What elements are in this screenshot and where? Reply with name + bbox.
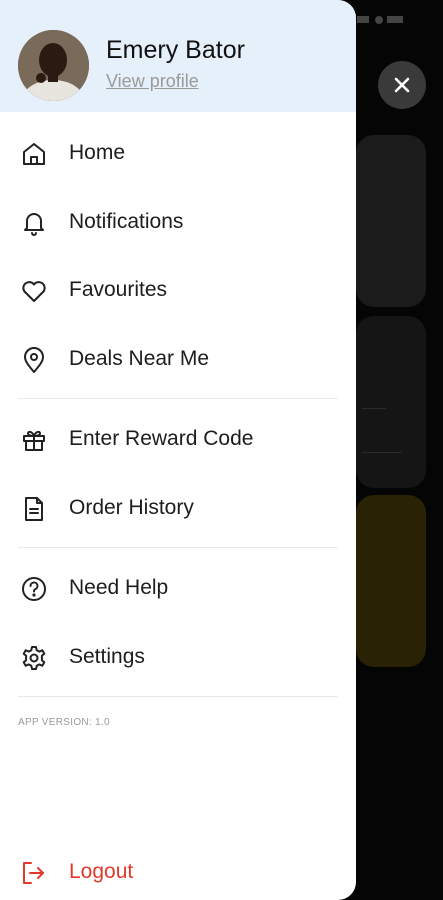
bell-icon	[24, 213, 44, 236]
close-icon	[394, 77, 410, 93]
menu-item-settings[interactable]: Settings	[0, 631, 356, 683]
profile-name: Emery Bator	[106, 36, 245, 64]
map-pin-icon	[24, 347, 44, 373]
background-card	[356, 495, 426, 667]
side-drawer: Emery Bator View profile Home Notificati…	[0, 0, 356, 900]
menu-item-label: Notifications	[69, 210, 184, 233]
avatar[interactable]	[18, 30, 89, 101]
close-drawer-button[interactable]	[378, 61, 426, 109]
background-card	[356, 316, 426, 488]
logout-label: Logout	[69, 860, 134, 883]
logout-icon	[23, 862, 44, 884]
menu-item-label: Settings	[69, 645, 145, 668]
menu-item-need-help[interactable]: Need Help	[0, 562, 356, 614]
menu-item-favourites[interactable]: Favourites	[0, 264, 356, 316]
menu-item-deals-near-me[interactable]: Deals Near Me	[0, 333, 356, 385]
menu-divider	[18, 398, 338, 399]
menu-item-label: Order History	[69, 496, 194, 519]
document-icon	[25, 497, 43, 521]
menu-item-label: Deals Near Me	[69, 347, 210, 370]
logout-button[interactable]: Logout	[0, 846, 356, 898]
menu-divider	[18, 547, 338, 548]
menu-item-label: Favourites	[69, 278, 168, 301]
menu-item-enter-reward-code[interactable]: Enter Reward Code	[0, 413, 356, 465]
heart-icon	[22, 281, 46, 302]
help-circle-icon	[22, 577, 46, 601]
background-divider	[362, 452, 402, 453]
avatar-image	[18, 30, 89, 101]
status-bar-icons	[357, 16, 403, 24]
menu-divider	[18, 696, 338, 697]
menu-item-label: Enter Reward Code	[69, 427, 254, 450]
home-icon	[23, 143, 45, 165]
profile-header[interactable]: Emery Bator View profile	[0, 0, 356, 112]
menu-item-home[interactable]: Home	[0, 127, 356, 179]
menu-item-label: Need Help	[69, 576, 169, 599]
background-card	[356, 135, 426, 307]
background-divider	[362, 408, 386, 409]
gear-icon	[22, 646, 46, 670]
app-version: APP VERSION: 1.0	[18, 717, 110, 728]
menu-item-order-history[interactable]: Order History	[0, 482, 356, 534]
menu-item-label: Home	[69, 141, 126, 164]
menu-item-notifications[interactable]: Notifications	[0, 196, 356, 248]
gift-icon	[23, 430, 45, 451]
view-profile-link[interactable]: View profile	[106, 71, 199, 92]
